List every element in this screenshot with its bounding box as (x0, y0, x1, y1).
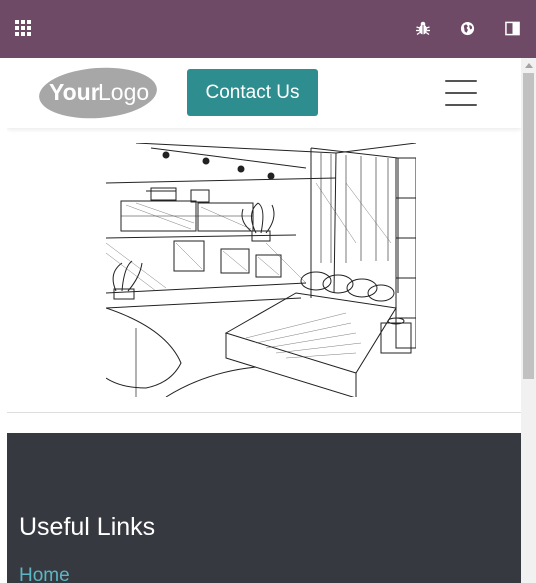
panel-toggle-icon[interactable] (501, 17, 523, 39)
svg-text:Logo: Logo (98, 79, 149, 105)
scroll-up-arrow-icon[interactable] (525, 63, 533, 68)
site-footer: Useful Links Home (7, 433, 521, 583)
footer-useful-links-heading: Useful Links (19, 513, 156, 541)
top-bar (0, 0, 536, 58)
vertical-scrollbar[interactable] (521, 58, 536, 583)
website-preview: Your Logo Contact Us Useful Links Home (7, 58, 521, 583)
apps-grid-icon[interactable] (15, 20, 33, 38)
bedroom-sketch-image (106, 143, 416, 397)
contact-us-button[interactable]: Contact Us (187, 69, 318, 116)
scroll-thumb[interactable] (523, 73, 534, 379)
site-header: Your Logo Contact Us (7, 58, 521, 128)
hamburger-icon[interactable] (445, 80, 479, 106)
logo[interactable]: Your Logo (38, 67, 158, 119)
content-divider (7, 412, 521, 413)
globe-icon[interactable] (456, 17, 478, 39)
footer-link-home[interactable]: Home (19, 565, 70, 583)
svg-text:Your: Your (49, 79, 100, 105)
bug-icon[interactable] (412, 17, 434, 39)
